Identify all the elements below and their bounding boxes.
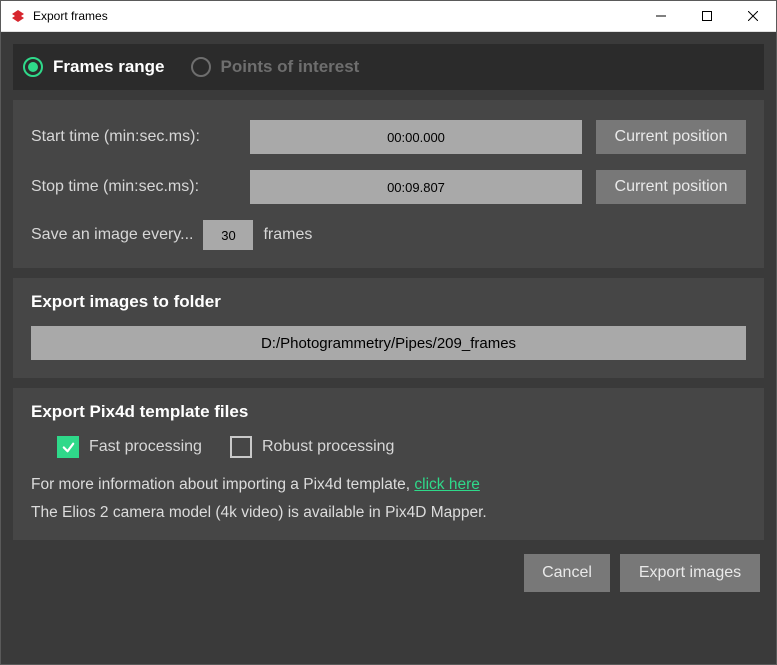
stop-time-input[interactable] <box>250 170 582 204</box>
app-icon <box>9 7 27 25</box>
fast-processing-checkbox[interactable]: Fast processing <box>57 436 202 458</box>
client-area: Frames range Points of interest Start ti… <box>1 32 776 664</box>
radio-icon <box>23 57 43 77</box>
close-button[interactable] <box>730 1 776 32</box>
maximize-button[interactable] <box>684 1 730 32</box>
checkbox-icon <box>57 436 79 458</box>
tab-points-of-interest[interactable]: Points of interest <box>191 57 360 77</box>
save-every-input[interactable] <box>203 220 253 250</box>
pix4d-title: Export Pix4d template files <box>31 402 746 422</box>
stop-time-label: Stop time (min:sec.ms): <box>31 178 236 196</box>
start-time-label: Start time (min:sec.ms): <box>31 128 236 146</box>
save-every-unit: frames <box>263 226 312 244</box>
radio-icon <box>191 57 211 77</box>
export-folder-panel: Export images to folder <box>13 278 764 378</box>
stop-current-position-button[interactable]: Current position <box>596 170 746 204</box>
checkbox-icon <box>230 436 252 458</box>
tab-label: Points of interest <box>221 57 360 77</box>
robust-processing-checkbox[interactable]: Robust processing <box>230 436 395 458</box>
pix4d-panel: Export Pix4d template files Fast process… <box>13 388 764 540</box>
checkbox-label: Robust processing <box>262 438 395 456</box>
pix4d-info-prefix: For more information about importing a P… <box>31 476 414 493</box>
start-current-position-button[interactable]: Current position <box>596 120 746 154</box>
tab-label: Frames range <box>53 57 165 77</box>
minimize-button[interactable] <box>638 1 684 32</box>
tab-frames-range[interactable]: Frames range <box>23 57 165 77</box>
frames-range-panel: Start time (min:sec.ms): Current positio… <box>13 100 764 268</box>
start-time-input[interactable] <box>250 120 582 154</box>
pix4d-info-text: For more information about importing a P… <box>31 476 746 494</box>
save-every-label: Save an image every... <box>31 226 193 244</box>
cancel-button[interactable]: Cancel <box>524 554 610 592</box>
mode-tabs: Frames range Points of interest <box>13 44 764 90</box>
export-folder-input[interactable] <box>31 326 746 360</box>
window-title: Export frames <box>33 9 108 23</box>
pix4d-camera-note: The Elios 2 camera model (4k video) is a… <box>31 504 746 522</box>
pix4d-info-link[interactable]: click here <box>414 476 479 493</box>
titlebar: Export frames <box>1 1 776 32</box>
export-frames-window: Export frames Frames range Points of int… <box>0 0 777 665</box>
export-images-button[interactable]: Export images <box>620 554 760 592</box>
dialog-footer: Cancel Export images <box>13 550 764 596</box>
export-folder-title: Export images to folder <box>31 292 746 312</box>
checkbox-label: Fast processing <box>89 438 202 456</box>
